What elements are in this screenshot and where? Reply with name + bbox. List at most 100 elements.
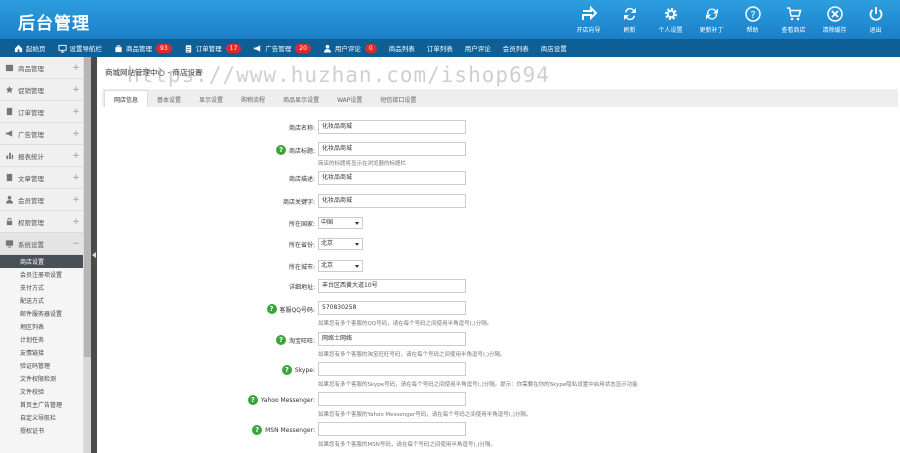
nav-order-list[interactable]: 订单列表 <box>427 43 453 53</box>
top-header: 后台管理 开店向导 刷新 个人设置 更新补丁 ? 帮助 查看商店 清除缓存 退出 <box>0 0 900 39</box>
sidebar-cat-orders[interactable]: 订单管理 + <box>0 101 83 123</box>
sidebar-sub-file-check[interactable]: 文件校验 <box>0 385 83 398</box>
nav-shop-settings[interactable]: 商店设置 <box>541 43 567 53</box>
nav-comments[interactable]: 用户评论 0 <box>323 43 377 53</box>
sidebar-cat-members[interactable]: 会员管理 + <box>0 189 83 211</box>
msn-note: 如果您有多个客服的MSN号码，请在每个号码之间使用半角逗号(,)分隔。 <box>318 442 496 448</box>
sidebar: 商品管理 + 促销管理 + 订单管理 + 广告管理 + 报表统计 + 文章管理 + 会员管理… <box>0 57 84 453</box>
skype-input[interactable] <box>318 362 466 376</box>
skype-note: 如果您有多个客服的Skype号码，请在每个号码之间使用半角逗号(,)分隔。提示：… <box>318 382 638 388</box>
logout-label: 退出 <box>869 26 882 34</box>
nav-member-list[interactable]: 会员列表 <box>503 43 529 53</box>
sidebar-sub-custom-nav[interactable]: 自定义导航栏 <box>0 411 83 424</box>
sidebar-cat-system[interactable]: 系统设置 − <box>0 233 83 255</box>
msn-input[interactable] <box>318 422 466 436</box>
nav-orders[interactable]: 订单管理 17 <box>184 43 242 53</box>
article-icon <box>6 173 13 182</box>
sidebar-cat-ads[interactable]: 广告管理 + <box>0 123 83 145</box>
sidebar-cat-permissions[interactable]: 权限管理 + <box>0 211 83 233</box>
tab-product-display[interactable]: 商品显示设置 <box>274 91 328 107</box>
sidebar-cat-articles[interactable]: 文章管理 + <box>0 167 83 189</box>
sidebar-sub-shipping[interactable]: 配送方式 <box>0 294 83 307</box>
clear-cache-button[interactable]: 清除缓存 <box>814 0 855 39</box>
province-label: 所在省份: <box>288 242 315 249</box>
country-row: 所在国家: 中国 <box>102 216 898 230</box>
tab-checkout[interactable]: 购物流程 <box>232 91 274 107</box>
sidebar-cat-promotions[interactable]: 促销管理 + <box>0 79 83 101</box>
shop-keywords-input[interactable]: 化妆品商城 <box>318 194 466 208</box>
address-input[interactable]: 丰台区西黄大道10号 <box>318 279 466 293</box>
sidebar-cat-promotions-label: 促销管理 <box>18 86 44 95</box>
shop-name-input[interactable]: 化妆品商城 <box>318 120 466 134</box>
help-icon[interactable]: ? <box>281 365 292 375</box>
sidebar-sub-cron[interactable]: 计划任务 <box>0 333 83 346</box>
sidebar-sub-regions[interactable]: 地区列表 <box>0 320 83 333</box>
wangwang-note: 如果您有多个客服的淘宝旺旺号码，请在每个号码之间使用半角逗号(,)分隔。 <box>318 352 506 358</box>
nav-setup-navbar[interactable]: 设置导航栏 <box>57 43 102 53</box>
tab-wap[interactable]: WAP设置 <box>328 91 371 107</box>
app-window: 后台管理 开店向导 刷新 个人设置 更新补丁 ? 帮助 查看商店 清除缓存 退出… <box>0 0 900 453</box>
sidebar-sub-captcha[interactable]: 验证码管理 <box>0 359 83 372</box>
tab-display[interactable]: 显示设置 <box>190 91 232 107</box>
sidebar-sub-shop-settings[interactable]: 商店设置 <box>0 255 83 268</box>
update-patch-label: 更新补丁 <box>699 26 724 34</box>
sidebar-sub-file-permissions[interactable]: 文件权限检测 <box>0 372 83 385</box>
view-shop-button[interactable]: 查看商店 <box>773 0 814 39</box>
sidebar-sub-payment[interactable]: 支付方式 <box>0 281 83 294</box>
tab-sms[interactable]: 短信接口设置 <box>371 91 425 107</box>
tab-basic[interactable]: 基本设置 <box>148 91 190 107</box>
personal-settings-button[interactable]: 个人设置 <box>650 0 691 39</box>
nav-home[interactable]: 起始页 <box>14 43 46 53</box>
sidebar-cat-reports[interactable]: 报表统计 + <box>0 145 83 167</box>
setup-wizard-label: 开店向导 <box>576 26 601 34</box>
personal-settings-label: 个人设置 <box>658 26 683 34</box>
sidebar-sub-register-fields[interactable]: 会员注册项设置 <box>0 268 83 281</box>
help-icon[interactable]: ? <box>275 335 286 345</box>
city-select[interactable]: 北京 <box>318 260 363 272</box>
help-icon[interactable]: ? <box>252 425 263 435</box>
sidebar-cat-ads-label: 广告管理 <box>18 130 44 139</box>
sidebar-cat-products[interactable]: 商品管理 + <box>0 57 83 79</box>
qq-note: 如果您有多个客服的QQ号码，请在每个号码之间使用半角逗号(,)分隔。 <box>318 321 493 327</box>
nav-products[interactable]: 商品管理 93 <box>114 43 172 53</box>
sidebar-sub-home-ads[interactable]: 首页主广告管理 <box>0 398 83 411</box>
help-button[interactable]: ? 帮助 <box>732 0 773 39</box>
svg-text:?: ? <box>750 10 755 21</box>
settings-form: 商店名称: 化妆品商城 ? 商店标题: 化妆品商城 商店的标题将显示在浏览器的标题… <box>102 107 898 453</box>
share-icon <box>581 5 597 20</box>
province-select[interactable]: 北京 <box>318 238 363 250</box>
collapse-arrow-icon <box>92 252 96 258</box>
nav-product-list[interactable]: 商品列表 <box>389 43 415 53</box>
yahoo-label: Yahoo Messenger: <box>260 396 315 404</box>
logout-button[interactable]: 退出 <box>855 0 896 39</box>
yahoo-input[interactable] <box>318 392 466 406</box>
help-icon[interactable]: ? <box>275 145 286 155</box>
nav-ads[interactable]: 广告管理 20 <box>253 43 311 53</box>
shop-desc-label: 商店描述: <box>288 176 315 183</box>
nav-user-comments[interactable]: 用户评论 <box>465 43 491 53</box>
sidebar-cat-reports-label: 报表统计 <box>18 152 44 161</box>
refresh-button[interactable]: 刷新 <box>609 0 650 39</box>
sidebar-sub-license[interactable]: 授权证书 <box>0 424 83 437</box>
setup-wizard-button[interactable]: 开店向导 <box>568 0 609 39</box>
wangwang-input[interactable]: 网络士网络 <box>318 332 466 346</box>
sidebar-scrollbar-thumb[interactable] <box>84 57 91 357</box>
update-patch-button[interactable]: 更新补丁 <box>691 0 732 39</box>
help-icon[interactable]: ? <box>266 304 277 314</box>
yahoo-note: 如果您有多个客服的Yahoo Messenger号码，请在每个号码之间使用半角逗… <box>318 412 532 418</box>
sidebar-sub-mail-server[interactable]: 邮件服务器设置 <box>0 307 83 320</box>
nav-orders-label: 订单管理 <box>195 45 222 53</box>
shop-desc-input[interactable]: 化妆品商城 <box>318 171 466 185</box>
sidebar-sub-friend-links[interactable]: 友情链接 <box>0 346 83 359</box>
update-icon <box>705 7 718 20</box>
shop-title-label: 商店标题: <box>288 147 315 155</box>
country-select[interactable]: 中国 <box>318 217 363 229</box>
qq-input[interactable]: 570830258 <box>318 301 466 315</box>
close-icon <box>826 5 843 22</box>
nav-ads-badge: 20 <box>295 43 311 53</box>
header-toolbar: 开店向导 刷新 个人设置 更新补丁 ? 帮助 查看商店 清除缓存 退出 <box>568 0 896 39</box>
tab-shop-info[interactable]: 网店信息 <box>104 90 149 107</box>
shop-title-input[interactable]: 化妆品商城 <box>318 142 466 156</box>
help-icon[interactable]: ? <box>247 395 258 405</box>
province-row: 所在省份: 北京 <box>102 237 898 251</box>
